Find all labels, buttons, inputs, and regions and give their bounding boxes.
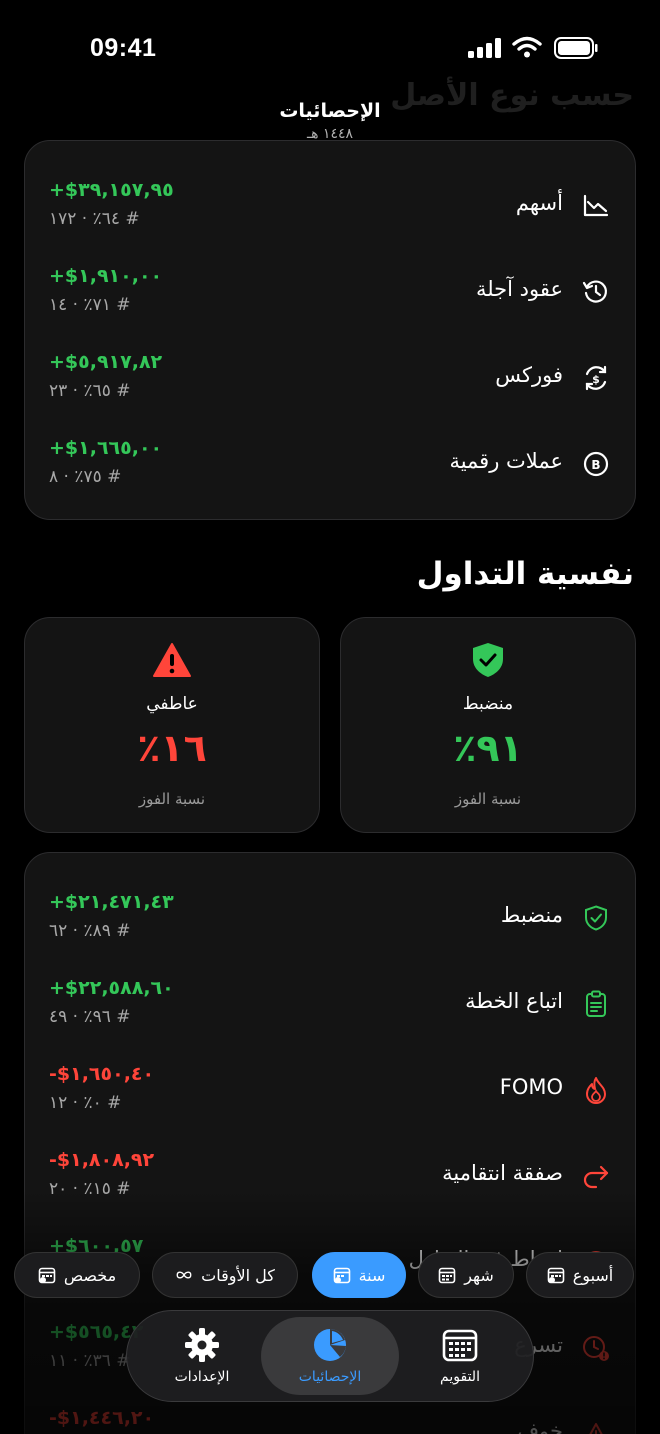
shield-check-icon [473, 643, 503, 677]
filter-label: شهر [464, 1265, 494, 1285]
emotional-label: عاطفي [146, 694, 198, 714]
filter-label: كل الأوقات [201, 1265, 275, 1285]
emotional-caption: نسبة الفوز [138, 790, 206, 808]
tab-calendar[interactable]: التقويم [391, 1317, 529, 1395]
asset-type-card: أسهم +$٣٩,١٥٧,٩٥ ٦٤٪ · ١٧٢ # عقود آجلة +… [24, 140, 636, 520]
calendar-grid-icon [442, 1327, 478, 1363]
asset-stats: ٦٤٪ · ١٧٢ # [49, 209, 140, 229]
tab-bar: التقويم الإحصائيات الإعدادات [126, 1310, 534, 1402]
gear-icon [184, 1327, 220, 1363]
filter-all-time-chip[interactable]: كل الأوقات [152, 1252, 298, 1298]
psychology-amount: -$١,٦٥٠,٤٠ [49, 1063, 155, 1085]
clock-alert-icon [581, 1333, 611, 1363]
psychology-stats: ٣٦٪ · ١١ # [49, 1351, 131, 1371]
hijri-year-subtitle: ١٤٤٨ هـ [306, 126, 353, 142]
disciplined-label: منضبط [462, 694, 514, 714]
psychology-label: FOMO [499, 1075, 563, 1099]
disciplined-summary-card[interactable]: منضبط ٩١٪ نسبة الفوز [340, 617, 636, 833]
battery-icon [554, 37, 598, 59]
asset-stats: ٦٥٪ · ٢٣ # [49, 381, 131, 401]
status-time: 09:41 [90, 34, 157, 62]
psychology-row-disciplined[interactable]: منضبط +$٢١,٤٧١,٤٣ ٨٩٪ · ٦٢ # [25, 869, 635, 955]
chart-icon [581, 191, 611, 221]
asset-label: عملات رقمية [449, 449, 563, 473]
asset-amount: +$١,٦٦٥,٠٠ [49, 437, 163, 459]
shield-check-icon [581, 903, 611, 933]
filter-label: مخصص [63, 1265, 117, 1285]
psychology-label: منضبط [500, 903, 563, 927]
psychology-label: صفقة انتقامية [442, 1161, 563, 1185]
psychology-amount: +$٢١,٤٧١,٤٣ [49, 891, 174, 913]
warning-icon [581, 1419, 611, 1434]
wifi-icon [512, 36, 542, 58]
filter-month-chip[interactable]: شهر [418, 1252, 514, 1298]
disciplined-win-rate: ٩١٪ [453, 726, 523, 770]
psychology-stats: ٨٩٪ · ٦٢ # [49, 921, 131, 941]
asset-stats: ٧٥٪ · ٨ # [49, 467, 122, 487]
cellular-signal-icon [468, 38, 501, 58]
clipboard-icon [581, 989, 611, 1019]
psychology-label: اتباع الخطة [465, 989, 563, 1013]
emotional-win-rate: ١٦٪ [137, 726, 207, 770]
tab-label: الإعدادات [174, 1369, 230, 1385]
psychology-amount: +$٢٢,٥٨٨,٦٠ [49, 977, 174, 999]
warning-icon [153, 643, 191, 677]
calendar-year-icon [333, 1266, 351, 1284]
bitcoin-icon: B [581, 449, 611, 479]
asset-amount: +$١,٩١٠,٠٠ [49, 265, 163, 287]
navigation-title: الإحصائيات ١٤٤٨ هـ [0, 100, 660, 142]
filter-year-chip[interactable]: سنة [312, 1252, 406, 1298]
emotional-summary-card[interactable]: عاطفي ١٦٪ نسبة الفوز [24, 617, 320, 833]
flame-icon [581, 1075, 611, 1105]
asset-row-futures[interactable]: عقود آجلة +$١,٩١٠,٠٠ ٧١٪ · ١٤ # [25, 243, 635, 329]
trading-psychology-heading: نفسية التداول [416, 556, 634, 592]
asset-row-crypto[interactable]: B عملات رقمية +$١,٦٦٥,٠٠ ٧٥٪ · ٨ # [25, 415, 635, 501]
psychology-amount: -$١,٨٠٨,٩٢ [49, 1149, 155, 1171]
svg-text:B: B [591, 458, 600, 472]
psychology-row-fomo[interactable]: FOMO -$١,٦٥٠,٤٠ ٠٪ · ١٢ # [25, 1041, 635, 1127]
revenge-arrow-icon [581, 1161, 611, 1191]
filter-label: أسبوع [572, 1265, 614, 1285]
filter-week-chip[interactable]: أسبوع [526, 1252, 634, 1298]
asset-amount: +$٥,٩١٧,٨٢ [49, 351, 163, 373]
tab-label: الإحصائيات [298, 1369, 362, 1385]
asset-row-forex[interactable]: $ فوركس +$٥,٩١٧,٨٢ ٦٥٪ · ٢٣ # [25, 329, 635, 415]
pie-chart-icon [312, 1327, 348, 1363]
filter-custom-chip[interactable]: مخصص [14, 1252, 140, 1298]
psychology-label: خوف [517, 1419, 563, 1434]
disciplined-caption: نسبة الفوز [454, 790, 522, 808]
asset-amount: +$٣٩,١٥٧,٩٥ [49, 179, 174, 201]
history-icon [581, 277, 611, 307]
psychology-stats: ١٥٪ · ٢٠ # [49, 1179, 131, 1199]
calendar-month-icon [438, 1266, 456, 1284]
asset-label: فوركس [495, 363, 563, 387]
calendar-week-icon [547, 1266, 565, 1284]
calendar-custom-icon [38, 1266, 56, 1284]
time-range-filter: أسبوع شهر سنة كل الأوقات مخصص [0, 1252, 660, 1298]
page-title: الإحصائيات [279, 100, 381, 122]
filter-label: سنة [358, 1265, 386, 1285]
psychology-row-follow-plan[interactable]: اتباع الخطة +$٢٢,٥٨٨,٦٠ ٩٦٪ · ٤٩ # [25, 955, 635, 1041]
tab-statistics[interactable]: الإحصائيات [261, 1317, 399, 1395]
svg-text:$: $ [592, 373, 600, 386]
asset-label: أسهم [515, 191, 563, 215]
asset-stats: ٧١٪ · ١٤ # [49, 295, 131, 315]
tab-settings[interactable]: الإعدادات [133, 1317, 271, 1395]
asset-row-stocks[interactable]: أسهم +$٣٩,١٥٧,٩٥ ٦٤٪ · ١٧٢ # [25, 157, 635, 243]
asset-label: عقود آجلة [475, 277, 563, 301]
status-bar: 09:41 [0, 0, 660, 96]
tab-label: التقويم [440, 1369, 480, 1385]
psychology-stats: ٠٪ · ١٢ # [49, 1093, 122, 1113]
psychology-amount: -$١,٤٤٦,٢٠ [49, 1407, 155, 1429]
psychology-stats: ٩٦٪ · ٤٩ # [49, 1007, 131, 1027]
currency-exchange-icon: $ [581, 363, 611, 393]
infinity-icon [175, 1266, 193, 1284]
psychology-row-revenge-trade[interactable]: صفقة انتقامية -$١,٨٠٨,٩٢ ١٥٪ · ٢٠ # [25, 1127, 635, 1213]
